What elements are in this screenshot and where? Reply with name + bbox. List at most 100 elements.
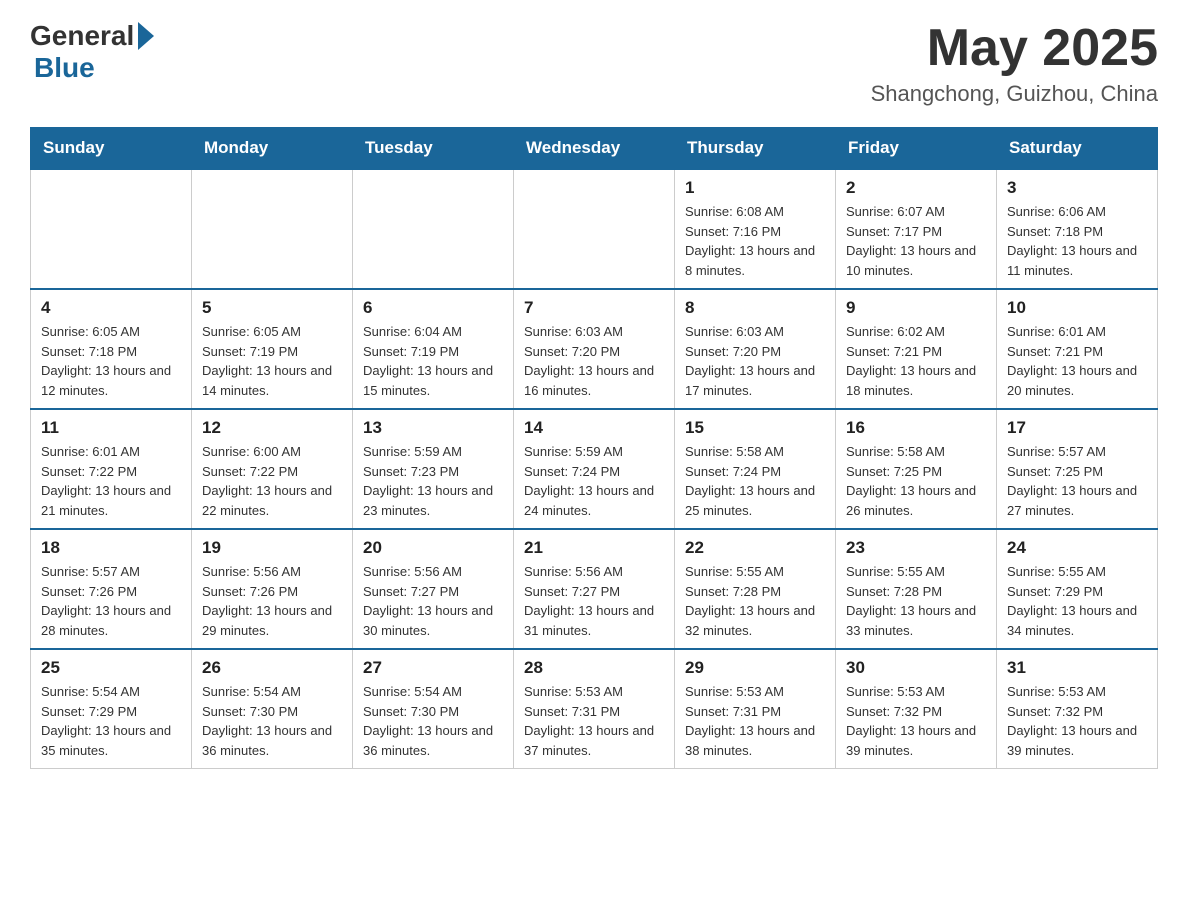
day-number: 16 <box>846 418 986 438</box>
day-info: Sunrise: 5:56 AMSunset: 7:26 PMDaylight:… <box>202 562 342 640</box>
day-info: Sunrise: 5:55 AMSunset: 7:29 PMDaylight:… <box>1007 562 1147 640</box>
calendar-cell: 23 Sunrise: 5:55 AMSunset: 7:28 PMDayligh… <box>836 529 997 649</box>
day-number: 15 <box>685 418 825 438</box>
weekday-header-sunday: Sunday <box>31 128 192 170</box>
day-number: 29 <box>685 658 825 678</box>
day-number: 17 <box>1007 418 1147 438</box>
calendar-cell: 19 Sunrise: 5:56 AMSunset: 7:26 PMDayligh… <box>192 529 353 649</box>
calendar-cell: 27 Sunrise: 5:54 AMSunset: 7:30 PMDayligh… <box>353 649 514 769</box>
week-row-3: 11Sunrise: 6:01 AMSunset: 7:22 PMDayligh… <box>31 409 1158 529</box>
calendar-cell: 8 Sunrise: 6:03 AMSunset: 7:20 PMDaylight… <box>675 289 836 409</box>
weekday-header-thursday: Thursday <box>675 128 836 170</box>
day-info: Sunrise: 6:02 AMSunset: 7:21 PMDaylight:… <box>846 322 986 400</box>
day-info: Sunrise: 5:53 AMSunset: 7:31 PMDaylight:… <box>524 682 664 760</box>
calendar-cell: 14 Sunrise: 5:59 AMSunset: 7:24 PMDayligh… <box>514 409 675 529</box>
day-info: Sunrise: 6:06 AMSunset: 7:18 PMDaylight:… <box>1007 202 1147 280</box>
day-number: 27 <box>363 658 503 678</box>
location-subtitle: Shangchong, Guizhou, China <box>871 81 1158 107</box>
day-number: 8 <box>685 298 825 318</box>
calendar-cell: 29 Sunrise: 5:53 AMSunset: 7:31 PMDayligh… <box>675 649 836 769</box>
day-info: Sunrise: 6:01 AMSunset: 7:21 PMDaylight:… <box>1007 322 1147 400</box>
day-number: 4 <box>41 298 181 318</box>
day-info: Sunrise: 6:05 AMSunset: 7:18 PMDaylight:… <box>41 322 181 400</box>
calendar-cell: 9 Sunrise: 6:02 AMSunset: 7:21 PMDaylight… <box>836 289 997 409</box>
day-number: 23 <box>846 538 986 558</box>
day-info: Sunrise: 5:57 AMSunset: 7:25 PMDaylight:… <box>1007 442 1147 520</box>
day-info: Sunrise: 6:03 AMSunset: 7:20 PMDaylight:… <box>524 322 664 400</box>
day-number: 6 <box>363 298 503 318</box>
calendar-cell: 28 Sunrise: 5:53 AMSunset: 7:31 PMDayligh… <box>514 649 675 769</box>
calendar-cell <box>353 169 514 289</box>
week-row-1: 1Sunrise: 6:08 AMSunset: 7:16 PMDaylight… <box>31 169 1158 289</box>
day-number: 20 <box>363 538 503 558</box>
day-info: Sunrise: 5:59 AMSunset: 7:23 PMDaylight:… <box>363 442 503 520</box>
calendar-cell: 20Sunrise: 5:56 AMSunset: 7:27 PMDayligh… <box>353 529 514 649</box>
day-number: 28 <box>524 658 664 678</box>
day-number: 19 <box>202 538 342 558</box>
calendar-cell: 3Sunrise: 6:06 AMSunset: 7:18 PMDaylight… <box>997 169 1158 289</box>
day-number: 12 <box>202 418 342 438</box>
day-info: Sunrise: 5:54 AMSunset: 7:30 PMDaylight:… <box>202 682 342 760</box>
title-block: May 2025 Shangchong, Guizhou, China <box>871 20 1158 107</box>
day-info: Sunrise: 6:00 AMSunset: 7:22 PMDaylight:… <box>202 442 342 520</box>
calendar-cell: 18Sunrise: 5:57 AMSunset: 7:26 PMDayligh… <box>31 529 192 649</box>
calendar-header-row: SundayMondayTuesdayWednesdayThursdayFrid… <box>31 128 1158 170</box>
calendar-cell: 22Sunrise: 5:55 AMSunset: 7:28 PMDayligh… <box>675 529 836 649</box>
day-number: 7 <box>524 298 664 318</box>
day-info: Sunrise: 5:53 AMSunset: 7:31 PMDaylight:… <box>685 682 825 760</box>
calendar-cell: 7 Sunrise: 6:03 AMSunset: 7:20 PMDaylight… <box>514 289 675 409</box>
calendar-cell: 4 Sunrise: 6:05 AMSunset: 7:18 PMDaylight… <box>31 289 192 409</box>
day-info: Sunrise: 6:05 AMSunset: 7:19 PMDaylight:… <box>202 322 342 400</box>
calendar-cell: 17 Sunrise: 5:57 AMSunset: 7:25 PMDayligh… <box>997 409 1158 529</box>
calendar-cell: 11Sunrise: 6:01 AMSunset: 7:22 PMDayligh… <box>31 409 192 529</box>
day-info: Sunrise: 5:57 AMSunset: 7:26 PMDaylight:… <box>41 562 181 640</box>
day-info: Sunrise: 6:03 AMSunset: 7:20 PMDaylight:… <box>685 322 825 400</box>
day-number: 31 <box>1007 658 1147 678</box>
day-info: Sunrise: 5:53 AMSunset: 7:32 PMDaylight:… <box>846 682 986 760</box>
week-row-5: 25 Sunrise: 5:54 AMSunset: 7:29 PMDayligh… <box>31 649 1158 769</box>
day-number: 9 <box>846 298 986 318</box>
day-info: Sunrise: 6:04 AMSunset: 7:19 PMDaylight:… <box>363 322 503 400</box>
calendar-cell <box>192 169 353 289</box>
page-header: General Blue May 2025 Shangchong, Guizho… <box>30 20 1158 107</box>
day-number: 25 <box>41 658 181 678</box>
day-number: 13 <box>363 418 503 438</box>
calendar-table: SundayMondayTuesdayWednesdayThursdayFrid… <box>30 127 1158 769</box>
weekday-header-wednesday: Wednesday <box>514 128 675 170</box>
day-number: 1 <box>685 178 825 198</box>
calendar-cell: 6 Sunrise: 6:04 AMSunset: 7:19 PMDaylight… <box>353 289 514 409</box>
day-info: Sunrise: 5:58 AMSunset: 7:25 PMDaylight:… <box>846 442 986 520</box>
calendar-cell: 2Sunrise: 6:07 AMSunset: 7:17 PMDaylight… <box>836 169 997 289</box>
day-info: Sunrise: 5:55 AMSunset: 7:28 PMDaylight:… <box>846 562 986 640</box>
week-row-4: 18Sunrise: 5:57 AMSunset: 7:26 PMDayligh… <box>31 529 1158 649</box>
month-year-title: May 2025 <box>871 20 1158 77</box>
calendar-cell <box>31 169 192 289</box>
day-info: Sunrise: 5:56 AMSunset: 7:27 PMDaylight:… <box>524 562 664 640</box>
day-info: Sunrise: 5:54 AMSunset: 7:30 PMDaylight:… <box>363 682 503 760</box>
logo-arrow-icon <box>138 22 154 50</box>
day-number: 30 <box>846 658 986 678</box>
calendar-cell: 30 Sunrise: 5:53 AMSunset: 7:32 PMDayligh… <box>836 649 997 769</box>
calendar-cell: 24Sunrise: 5:55 AMSunset: 7:29 PMDayligh… <box>997 529 1158 649</box>
weekday-header-tuesday: Tuesday <box>353 128 514 170</box>
day-info: Sunrise: 5:55 AMSunset: 7:28 PMDaylight:… <box>685 562 825 640</box>
logo-general-text: General <box>30 20 134 52</box>
calendar-cell: 25 Sunrise: 5:54 AMSunset: 7:29 PMDayligh… <box>31 649 192 769</box>
day-number: 14 <box>524 418 664 438</box>
weekday-header-monday: Monday <box>192 128 353 170</box>
day-number: 26 <box>202 658 342 678</box>
logo-blue-text: Blue <box>34 52 95 84</box>
calendar-cell: 12 Sunrise: 6:00 AMSunset: 7:22 PMDayligh… <box>192 409 353 529</box>
day-info: Sunrise: 6:01 AMSunset: 7:22 PMDaylight:… <box>41 442 181 520</box>
calendar-cell: 26 Sunrise: 5:54 AMSunset: 7:30 PMDayligh… <box>192 649 353 769</box>
day-number: 2 <box>846 178 986 198</box>
calendar-cell: 15Sunrise: 5:58 AMSunset: 7:24 PMDayligh… <box>675 409 836 529</box>
calendar-cell <box>514 169 675 289</box>
logo: General Blue <box>30 20 154 84</box>
day-number: 5 <box>202 298 342 318</box>
calendar-cell: 16 Sunrise: 5:58 AMSunset: 7:25 PMDayligh… <box>836 409 997 529</box>
day-info: Sunrise: 5:59 AMSunset: 7:24 PMDaylight:… <box>524 442 664 520</box>
day-info: Sunrise: 5:53 AMSunset: 7:32 PMDaylight:… <box>1007 682 1147 760</box>
day-info: Sunrise: 5:54 AMSunset: 7:29 PMDaylight:… <box>41 682 181 760</box>
weekday-header-saturday: Saturday <box>997 128 1158 170</box>
